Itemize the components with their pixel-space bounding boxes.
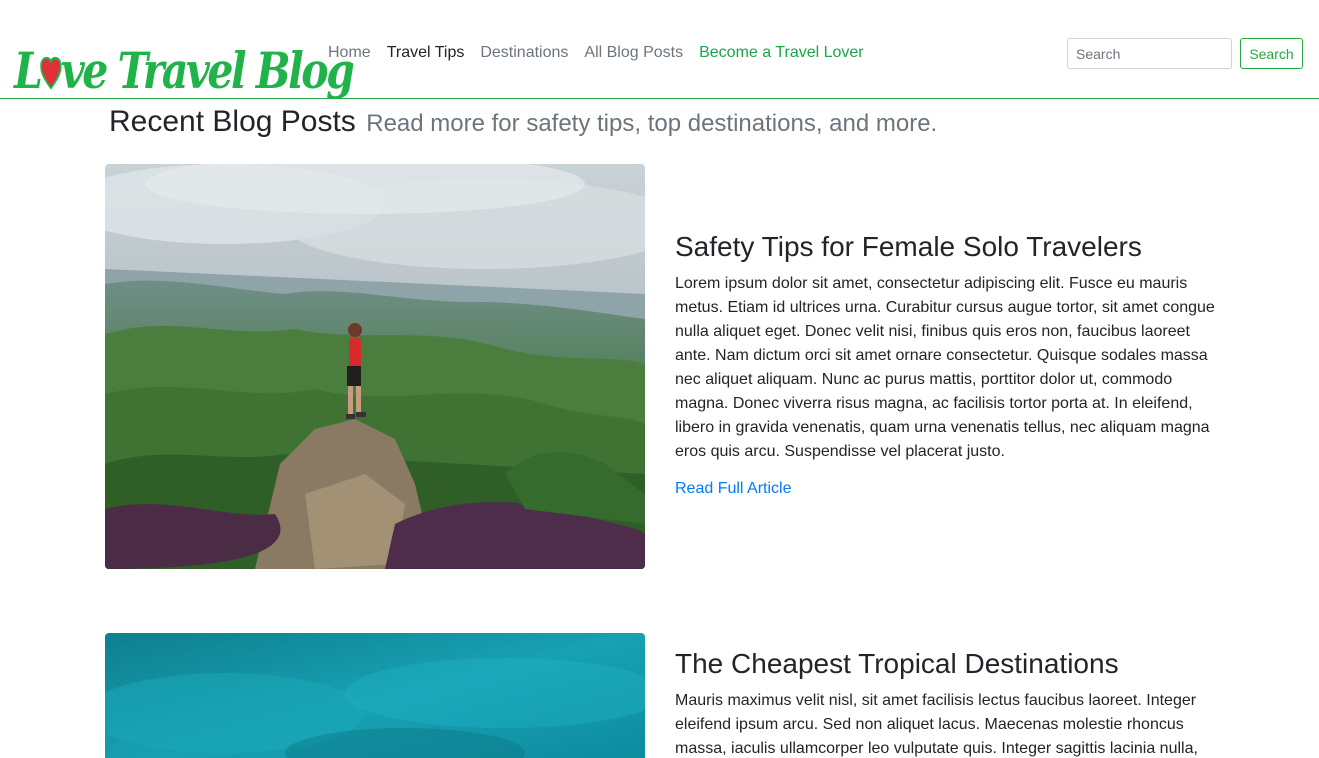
page-subtitle: Read more for safety tips, top destinati… xyxy=(366,110,938,137)
hiker-photo xyxy=(105,164,645,569)
main-nav: Home Travel Tips Destinations All Blog P… xyxy=(328,43,880,63)
nav-travel-tips[interactable]: Travel Tips xyxy=(387,43,465,63)
post-image-hiker-mountains[interactable] xyxy=(105,164,645,569)
nav-become-travel-lover[interactable]: Become a Travel Lover xyxy=(699,43,864,63)
post-image-tropical-water[interactable] xyxy=(105,633,645,758)
page-heading: Recent Blog Posts Read more for safety t… xyxy=(109,105,937,139)
ocean-photo xyxy=(105,633,645,758)
post-excerpt: Lorem ipsum dolor sit amet, consectetur … xyxy=(675,275,1215,460)
post-title[interactable]: Safety Tips for Female Solo Travelers xyxy=(675,228,1215,266)
nav-home[interactable]: Home xyxy=(328,43,371,63)
navbar: L ve Travel Blog Home Travel Tips Destin… xyxy=(0,0,1319,99)
brand-name: L ve Travel Blog xyxy=(14,41,355,100)
search-button[interactable]: Search xyxy=(1240,38,1303,69)
read-full-article-link[interactable]: Read Full Article xyxy=(675,480,792,498)
post-card: The Cheapest Tropical Destinations Mauri… xyxy=(675,645,1215,758)
brand-name-rest: ve Travel Blog xyxy=(60,41,355,100)
nav-destinations[interactable]: Destinations xyxy=(480,43,568,63)
heart-icon xyxy=(40,56,62,90)
page-title: Recent Blog Posts xyxy=(109,105,356,138)
post-excerpt: Mauris maximus velit nisl, sit amet faci… xyxy=(675,692,1198,757)
brand-name-start: L xyxy=(14,41,43,100)
search-input[interactable] xyxy=(1067,38,1232,69)
post-card: Safety Tips for Female Solo Travelers Lo… xyxy=(675,228,1215,498)
nav-all-blog-posts[interactable]: All Blog Posts xyxy=(584,43,683,63)
post-title[interactable]: The Cheapest Tropical Destinations xyxy=(675,645,1215,683)
